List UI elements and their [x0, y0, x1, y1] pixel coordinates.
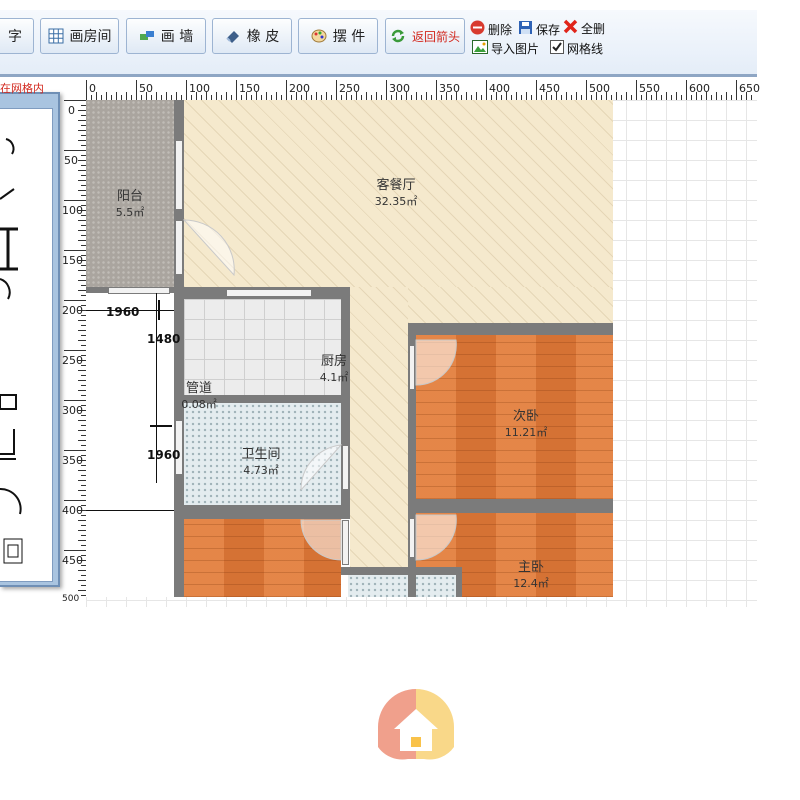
h-tick-label: 650: [739, 82, 760, 95]
bathroom-label: 卫生间 4.73㎡: [226, 443, 296, 478]
h-tick-label: 200: [289, 82, 310, 95]
second-bedroom-label: 次卧 11.21㎡: [486, 405, 566, 440]
duct-label: 管道 0.08㎡: [174, 377, 224, 412]
room-name: 阳台: [116, 189, 143, 204]
save-action[interactable]: 保存: [518, 20, 560, 38]
delete-all-action[interactable]: 全删: [563, 19, 605, 37]
room-area: 0.08㎡: [181, 398, 217, 411]
grid-icon: [48, 28, 64, 44]
room-name: 管道: [185, 381, 212, 396]
panel-tab-label: 在网格内: [0, 82, 44, 95]
dimension-line: [86, 510, 174, 511]
h-tick-label: 400: [489, 82, 510, 95]
h-tick-label: 250: [339, 82, 360, 95]
text-button[interactable]: 字: [0, 18, 34, 54]
gridlines-label: 网格线: [567, 42, 604, 56]
symbol-panel[interactable]: [0, 92, 60, 587]
eraser-icon: [225, 28, 241, 44]
v-tick-label: 100: [62, 204, 83, 217]
delete-action[interactable]: 删除: [470, 20, 512, 38]
room-name: 厨房: [320, 354, 347, 369]
v-tick-label: 150: [62, 254, 83, 267]
refresh-arrow-icon: [390, 28, 406, 44]
import-image-label: 导入图片: [491, 42, 540, 56]
image-icon: [472, 40, 488, 57]
return-arrow-label: 返回箭头: [411, 29, 460, 44]
room-area: 11.21㎡: [504, 426, 548, 439]
eraser-label: 橡 皮: [246, 29, 280, 45]
delete-icon: [470, 20, 485, 38]
symbol-panel-content: [0, 108, 53, 582]
balcony-label: 阳台 5.5㎡: [86, 185, 174, 220]
dimension-label: 1960: [106, 305, 140, 319]
living-label: 客餐厅 32.35㎡: [346, 174, 446, 209]
wall-tool-icon: [139, 28, 155, 44]
kitchen-label: 厨房 4.1㎡: [306, 350, 362, 385]
furniture-label: 摆 件: [332, 29, 366, 45]
v-tick-label: 200: [62, 304, 83, 317]
dimension-label: 1960: [147, 448, 181, 462]
h-tick-label: 0: [89, 82, 96, 95]
delete-label: 删除: [488, 22, 513, 37]
room-area: 5.5㎡: [115, 206, 145, 219]
toolbar: 字 画房间 画 墙 橡 皮 摆 件 返回箭头 删除 保存 全删 导入图片 网格线: [0, 10, 757, 77]
return-arrow-button[interactable]: 返回箭头: [385, 18, 465, 54]
room-name: 次卧: [512, 409, 539, 424]
floor-plan-canvas[interactable]: 阳台 5.5㎡ 客餐厅 32.35㎡ 厨房 4.1㎡ 管道 0.08㎡ 卫生间 …: [86, 100, 757, 607]
h-tick-label: 100: [189, 82, 210, 95]
h-tick-label: 300: [389, 82, 410, 95]
draw-room-label: 画房间: [69, 29, 112, 45]
room-area: 32.35㎡: [374, 195, 418, 208]
v-tick-label: 350: [62, 454, 83, 467]
eraser-button[interactable]: 橡 皮: [212, 18, 292, 54]
room-area: 12.4㎡: [513, 577, 549, 590]
save-icon: [518, 20, 533, 38]
import-image-action[interactable]: 导入图片: [472, 40, 539, 57]
v-tick-label: 450: [62, 554, 83, 567]
dimension-tick: [150, 425, 172, 427]
master-bedroom-label: 主卧 12.4㎡: [491, 556, 571, 591]
gridlines-toggle[interactable]: 网格线: [550, 40, 603, 57]
draw-room-button[interactable]: 画房间: [40, 18, 119, 54]
room-area: 4.73㎡: [243, 464, 279, 477]
red-x-icon: [563, 19, 578, 37]
horizontal-ruler: 0 50 100 150 200 250 300 350 400 450 500…: [86, 80, 760, 100]
room-name: 主卧: [517, 560, 544, 575]
v-tick-label: 0: [68, 104, 75, 117]
h-tick-label: 600: [689, 82, 710, 95]
house-logo-icon: [374, 687, 458, 763]
dimension-tick: [158, 300, 160, 320]
v-tick-label: 50: [64, 154, 78, 167]
draw-wall-label: 画 墙: [160, 29, 194, 45]
v-tick-label: 400: [62, 504, 83, 517]
v-tick-label: 300: [62, 404, 83, 417]
h-tick-label: 150: [239, 82, 260, 95]
v-tick-label: 250: [62, 354, 83, 367]
delete-all-label: 全删: [581, 21, 606, 36]
h-tick-label: 550: [639, 82, 660, 95]
h-tick-label: 50: [139, 82, 153, 95]
h-tick-label: 450: [539, 82, 560, 95]
v-tick-label: 500: [62, 594, 80, 604]
room-name: 客餐厅: [376, 178, 416, 193]
symbol-preview: [0, 138, 23, 564]
vertical-ruler: 0 50 100 150 200 250 300 350 400 450 500: [62, 100, 86, 604]
checkbox-icon[interactable]: [550, 40, 564, 57]
dimension-label: 1480: [147, 332, 181, 346]
room-name: 卫生间: [241, 447, 281, 462]
h-tick-label: 350: [439, 82, 460, 95]
palette-icon: [311, 28, 327, 44]
save-label: 保存: [536, 22, 561, 37]
room-area: 4.1㎡: [319, 371, 349, 384]
h-tick-label: 500: [589, 82, 610, 95]
furniture-button[interactable]: 摆 件: [298, 18, 378, 54]
draw-wall-button[interactable]: 画 墙: [126, 18, 206, 54]
text-button-label: 字: [8, 29, 22, 45]
